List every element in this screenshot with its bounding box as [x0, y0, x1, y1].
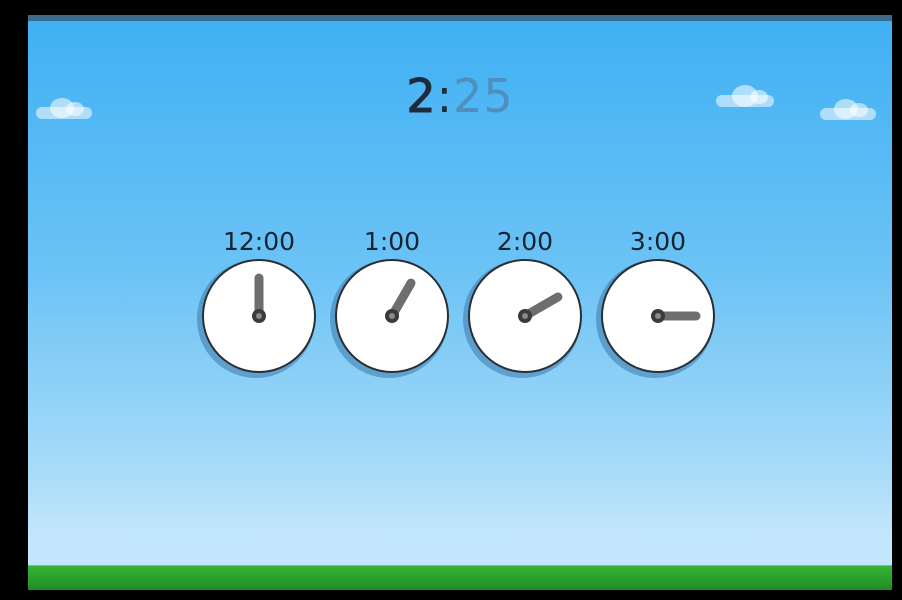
target-time-display: 2:25 [28, 69, 892, 123]
clock-option-2[interactable]: 2:00 [467, 227, 583, 373]
clock-option-3[interactable]: 3:00 [600, 227, 716, 373]
grass-ground [28, 565, 892, 590]
clock-label: 12:00 [222, 227, 296, 256]
clock-pivot-center [389, 313, 395, 319]
clock-pivot-center [655, 313, 661, 319]
clock-label: 1:00 [363, 227, 421, 256]
hour-hand [651, 309, 701, 323]
game-viewport: 2:25 12:00 1:00 2:00 3:00 [28, 15, 892, 590]
clock-face[interactable] [601, 259, 715, 373]
clock-label: 3:00 [629, 227, 687, 256]
hour-hand [518, 292, 563, 323]
hour-hand [385, 278, 416, 323]
clock-pivot-center [256, 313, 262, 319]
hour-hand [252, 273, 266, 323]
clock-pivot-center [522, 313, 528, 319]
clock-face[interactable] [202, 259, 316, 373]
time-hour: 2 [406, 69, 437, 123]
clock-face[interactable] [335, 259, 449, 373]
clock-option-12[interactable]: 12:00 [201, 227, 317, 373]
clock-face[interactable] [468, 259, 582, 373]
time-minutes: 25 [453, 69, 514, 123]
top-border [28, 15, 892, 21]
clock-option-1[interactable]: 1:00 [334, 227, 450, 373]
clock-label: 2:00 [496, 227, 554, 256]
time-colon: : [436, 69, 454, 123]
